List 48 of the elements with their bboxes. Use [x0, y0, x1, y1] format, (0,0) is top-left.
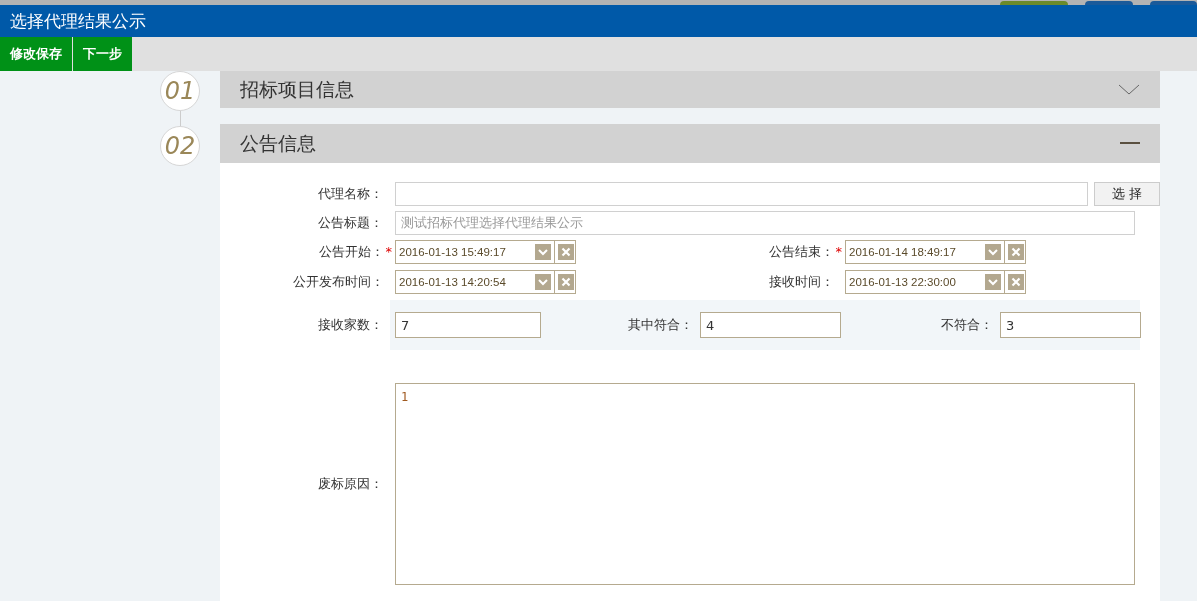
field-label: 废标原因：: [317, 475, 384, 493]
toolbar-button[interactable]: 修改保存: [0, 37, 73, 71]
date-field[interactable]: 2016-01-13 22:30:00: [845, 270, 1026, 294]
section-header[interactable]: 招标项目信息: [220, 71, 1160, 108]
dropdown-icon[interactable]: [985, 274, 1001, 290]
date-value: 2016-01-13 22:30:00: [848, 276, 957, 288]
section-header[interactable]: 公告信息: [220, 124, 1160, 163]
step-number: 01: [160, 71, 200, 111]
clear-icon[interactable]: [558, 274, 574, 290]
field-label: 代理名称：: [317, 185, 384, 203]
clear-icon[interactable]: [558, 244, 574, 260]
field-label: 公告开始：: [319, 244, 384, 259]
date-field[interactable]: 2016-01-13 15:49:17: [395, 240, 576, 264]
window-title: 选择代理结果公示: [10, 9, 146, 33]
dropdown-icon[interactable]: [535, 244, 551, 260]
minus-icon[interactable]: [1120, 142, 1140, 145]
clear-icon[interactable]: [1008, 244, 1024, 260]
input-field[interactable]: [395, 182, 1088, 206]
date-value: 2016-01-14 18:49:17: [848, 246, 957, 258]
required-mark: *: [834, 244, 842, 259]
input-field[interactable]: 7: [395, 312, 541, 338]
select-button[interactable]: 选 择: [1094, 182, 1160, 206]
field-label: 公开发布时间：: [293, 274, 384, 289]
section-title: 招标项目信息: [240, 76, 354, 102]
dropdown-icon[interactable]: [985, 244, 1001, 260]
tab-edge: [1000, 1, 1068, 5]
input-field[interactable]: 3: [1000, 312, 1141, 338]
date-field[interactable]: 2016-01-13 14:20:54: [395, 270, 576, 294]
field-label: 接收时间：: [769, 274, 834, 289]
date-value: 2016-01-13 15:49:17: [398, 246, 507, 258]
tab-edge: [1150, 1, 1197, 5]
chevron-down-icon[interactable]: [1118, 83, 1140, 96]
date-field[interactable]: 2016-01-14 18:49:17: [845, 240, 1026, 264]
tab-edge: [1085, 1, 1133, 5]
date-value: 2016-01-13 14:20:54: [398, 276, 507, 288]
clear-icon[interactable]: [1008, 274, 1024, 290]
input-field[interactable]: 4: [700, 312, 841, 338]
step-number: 02: [160, 126, 200, 166]
field-label: 其中符合：: [627, 316, 694, 334]
field-label: 公告结束：: [769, 244, 834, 259]
section-title: 公告信息: [240, 130, 316, 156]
field-label: 不符合：: [940, 316, 994, 334]
text-area[interactable]: 1: [395, 383, 1135, 585]
required-mark: *: [384, 244, 392, 259]
toolbar-button[interactable]: 下一步: [73, 37, 133, 71]
field-label: 接收家数：: [317, 316, 384, 334]
field-label: 公告标题：: [317, 214, 384, 232]
dropdown-icon[interactable]: [535, 274, 551, 290]
